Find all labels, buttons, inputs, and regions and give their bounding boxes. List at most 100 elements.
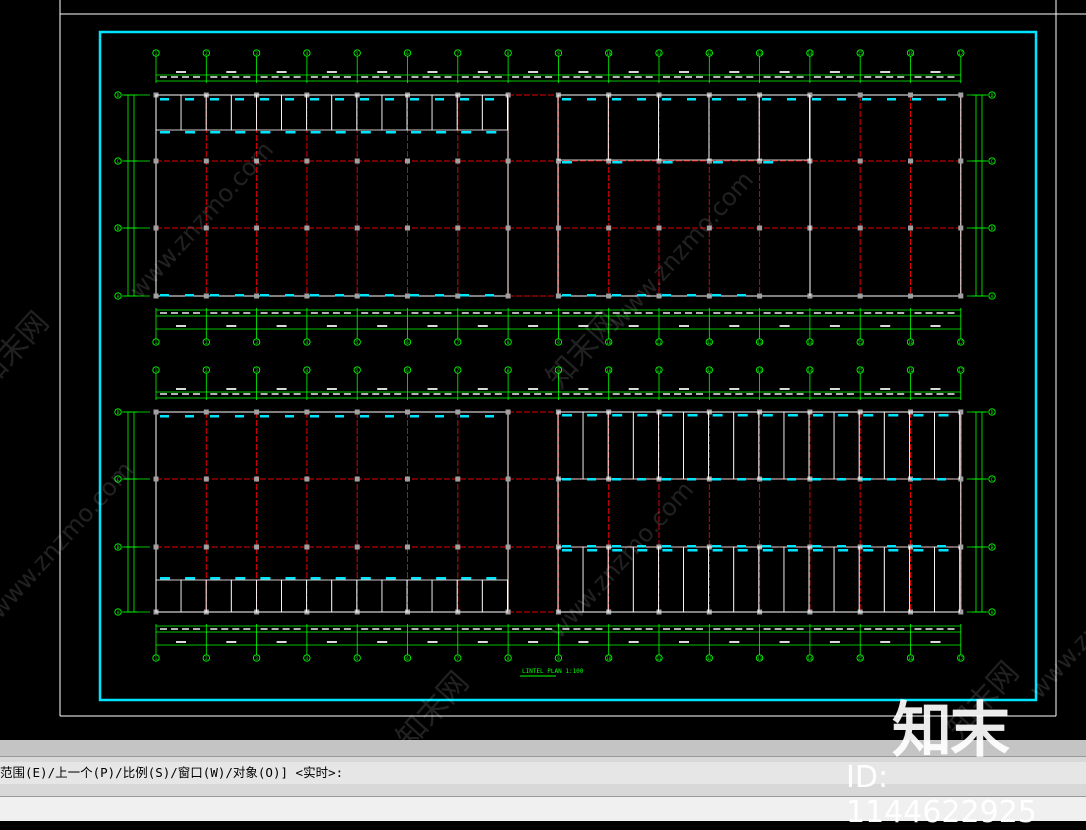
column bbox=[354, 409, 360, 415]
dim-text-mark bbox=[282, 312, 290, 314]
dim-text-mark bbox=[634, 628, 642, 630]
lintel-tag bbox=[411, 577, 421, 580]
lintel-tag bbox=[712, 414, 723, 417]
drawing-canvas[interactable]: 1 1 2 2 3 3 4 4 5 5 6 6 7 7 8 8 9 9 10 10 11 11 12 12 13 13 14 14 15… bbox=[0, 0, 1086, 740]
dim-text-mark bbox=[427, 325, 438, 327]
column bbox=[304, 158, 310, 164]
lintel-mark bbox=[310, 98, 319, 101]
dim-text-mark bbox=[226, 71, 237, 73]
dim-text-mark bbox=[282, 393, 290, 395]
room-bay bbox=[205, 579, 232, 613]
lintel-tag bbox=[160, 577, 170, 580]
axis-number: 10 bbox=[606, 656, 611, 661]
column bbox=[405, 293, 410, 299]
axis-number: 16 bbox=[908, 656, 913, 661]
axis-number: 10 bbox=[606, 51, 611, 56]
dim-text-mark bbox=[433, 393, 441, 395]
dim-text-mark bbox=[193, 76, 200, 78]
dim-text-mark bbox=[232, 393, 240, 395]
room-bay bbox=[858, 411, 885, 480]
axis-number: 12 bbox=[707, 656, 712, 661]
dim-text-mark bbox=[796, 628, 804, 630]
command-prompt: 范围(E)/上一个(P)/比例(S)/窗口(W)/对象(O)] <实时>: bbox=[0, 762, 1086, 784]
dim-text-mark bbox=[835, 312, 843, 314]
lintel-mark bbox=[912, 98, 921, 101]
room-bay bbox=[858, 546, 885, 613]
dim-text-mark bbox=[824, 312, 832, 314]
lintel-mark bbox=[310, 294, 319, 297]
lintel-mark bbox=[737, 294, 746, 297]
room-bay bbox=[281, 579, 308, 613]
dim-text-mark bbox=[221, 312, 229, 314]
dim-text-mark bbox=[444, 312, 452, 314]
dim-text-mark bbox=[411, 628, 419, 630]
dim-text-mark bbox=[444, 393, 452, 395]
dim-text-mark bbox=[221, 76, 229, 78]
lintel-tag bbox=[787, 549, 798, 552]
room-bay bbox=[883, 411, 910, 480]
axis-number: 8 bbox=[507, 51, 510, 56]
dim-text-mark bbox=[864, 76, 872, 78]
column bbox=[203, 544, 209, 550]
lintel-mark bbox=[410, 294, 419, 297]
lintel-mark bbox=[260, 294, 269, 297]
dim-text-mark bbox=[243, 393, 251, 395]
dim-text-mark bbox=[663, 76, 670, 78]
dim-text-mark bbox=[925, 312, 933, 314]
command-bar-separator[interactable] bbox=[0, 740, 1086, 757]
lintel-tag bbox=[938, 549, 949, 552]
axis-number: 15 bbox=[858, 368, 863, 373]
dim-text-mark bbox=[332, 76, 340, 78]
lintel-tag bbox=[838, 549, 849, 552]
dim-text-mark bbox=[232, 76, 240, 78]
dim-text-mark bbox=[785, 393, 793, 395]
axis-letter: D bbox=[117, 410, 120, 415]
dim-text-mark bbox=[829, 641, 840, 643]
dim-text-mark bbox=[160, 312, 167, 314]
lintel-mark bbox=[587, 98, 596, 101]
command-input[interactable] bbox=[0, 796, 1086, 821]
axis-number: 11 bbox=[657, 340, 662, 345]
lintel-mark bbox=[460, 294, 469, 297]
dim-text-mark bbox=[729, 641, 740, 643]
lintel-mark bbox=[612, 98, 621, 101]
axis-letter: D bbox=[117, 93, 120, 98]
dim-text-mark bbox=[271, 312, 279, 314]
lintel-tag bbox=[762, 549, 773, 552]
dim-text-mark bbox=[182, 76, 189, 78]
dim-text-mark bbox=[394, 76, 402, 78]
dim-text-mark bbox=[160, 393, 167, 395]
lintel-tag bbox=[360, 577, 371, 580]
dim-text-mark bbox=[260, 393, 268, 395]
dim-text-mark bbox=[774, 393, 782, 395]
lintel-tag bbox=[712, 549, 723, 552]
dim-text-mark bbox=[494, 628, 502, 630]
dim-text-mark bbox=[422, 393, 430, 395]
dim-text-mark bbox=[947, 312, 955, 314]
lintel-tag bbox=[913, 549, 924, 552]
dim-text-mark bbox=[534, 312, 542, 314]
lintel-tag bbox=[938, 414, 949, 417]
lintel-mark bbox=[260, 98, 269, 101]
lintel-mark bbox=[737, 98, 746, 101]
lintel-tag bbox=[436, 131, 447, 134]
column bbox=[455, 409, 461, 415]
dim-text-mark bbox=[685, 393, 692, 395]
axis-number: 1 bbox=[155, 656, 158, 661]
dim-text-mark bbox=[394, 312, 402, 314]
lintel-mark bbox=[912, 545, 921, 548]
axis-number: 6 bbox=[406, 656, 409, 661]
room-bay bbox=[808, 546, 835, 613]
column bbox=[254, 544, 260, 550]
column bbox=[606, 293, 612, 299]
dim-text-mark bbox=[176, 325, 186, 327]
dim-text-mark bbox=[696, 312, 703, 314]
dim-text-mark bbox=[813, 312, 821, 314]
column bbox=[304, 476, 310, 482]
lintel-tag bbox=[360, 131, 371, 134]
lintel-mark bbox=[410, 98, 419, 101]
room-bay bbox=[356, 579, 383, 613]
dim-text-mark bbox=[584, 628, 592, 630]
axis-number: 5 bbox=[356, 51, 359, 56]
lintel-mark bbox=[460, 98, 469, 101]
